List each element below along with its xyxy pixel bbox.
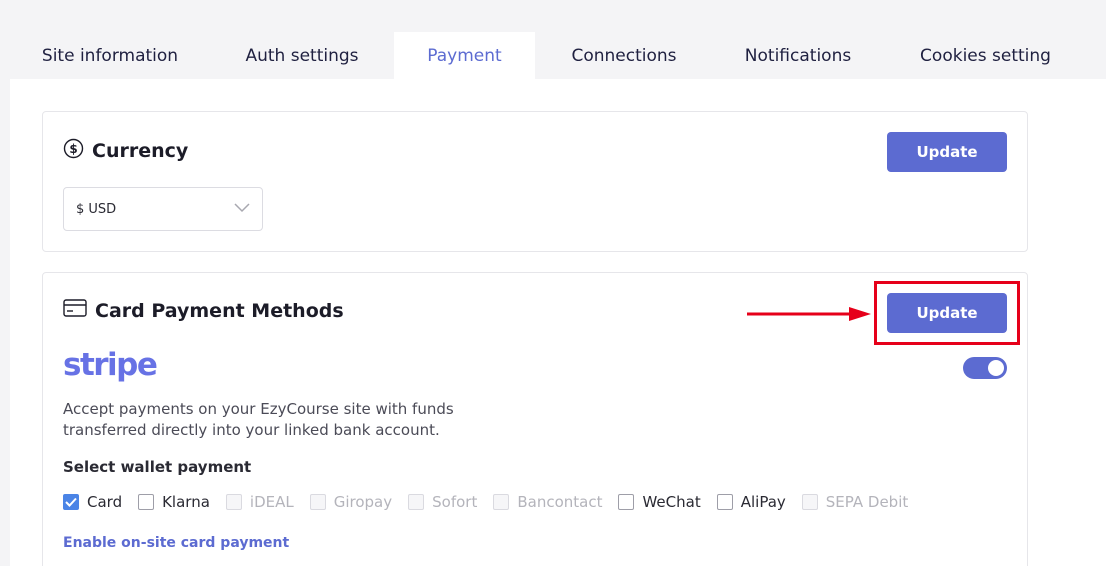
checkbox-disabled (309, 494, 326, 510)
currency-heading: $ Currency (63, 138, 188, 164)
checkbox-disabled (493, 494, 510, 510)
onsite-card-payment-label: Enable on-site card payment (63, 535, 290, 551)
checkbox-disabled (408, 494, 425, 510)
wallet-label: Card (87, 493, 123, 511)
tab-cookies-setting[interactable]: Cookies setting (883, 32, 1088, 79)
wallet-options: Card Klarna iDEAL Giropay Sofort Bancont… (63, 493, 924, 511)
card-payment-title: Card Payment Methods (95, 299, 344, 322)
wallet-bancontact: Bancontact (493, 493, 602, 511)
currency-select-value: $ USD (76, 201, 117, 217)
wallet-sofort: Sofort (408, 493, 477, 511)
stripe-description: Accept payments on your EzyCourse site w… (63, 400, 454, 439)
wallet-label: AliPay (740, 493, 786, 511)
dollar-circle-icon: $ (63, 138, 84, 164)
currency-card: $ Currency Update $ USD (42, 111, 1028, 252)
wallet-label: Bancontact (517, 493, 603, 511)
checkbox-disabled (801, 494, 818, 510)
checkbox[interactable] (716, 494, 733, 510)
toggle-knob (988, 360, 1004, 376)
settings-tabs: Site information Auth settings Payment C… (10, 32, 1088, 79)
wallet-card[interactable]: Card (63, 493, 122, 511)
tab-auth-settings[interactable]: Auth settings (210, 32, 394, 79)
stripe-toggle[interactable] (963, 357, 1007, 379)
currency-title: Currency (92, 140, 189, 162)
wallet-label: Klarna (162, 493, 210, 511)
stripe-logo: stripe (63, 347, 158, 383)
tab-payment[interactable]: Payment (394, 32, 535, 79)
checkbox[interactable] (618, 494, 635, 510)
svg-text:$: $ (69, 142, 77, 156)
wallet-sepa-debit: SEPA Debit (801, 493, 909, 511)
wallet-label: Sofort (432, 493, 478, 511)
wallet-label: iDEAL (249, 493, 294, 511)
annotation-arrow-icon (747, 307, 871, 321)
currency-update-button[interactable]: Update (887, 132, 1007, 172)
wallet-label: WeChat (642, 493, 701, 511)
wallet-label: Giropay (333, 493, 393, 511)
wallet-label: SEPA Debit (825, 493, 909, 511)
wallet-wechat[interactable]: WeChat (618, 493, 701, 511)
annotation-highlight-box (874, 281, 1020, 345)
checkbox-checked[interactable] (63, 494, 79, 510)
checkbox[interactable] (138, 494, 155, 510)
tab-connections[interactable]: Connections (535, 32, 713, 79)
tab-site-information[interactable]: Site information (10, 32, 210, 79)
wallet-alipay[interactable]: AliPay (716, 493, 786, 511)
wallet-klarna[interactable]: Klarna (138, 493, 210, 511)
credit-card-icon (63, 299, 87, 322)
card-payment-heading: Card Payment Methods (63, 299, 344, 322)
chevron-down-icon (234, 202, 250, 217)
tab-notifications[interactable]: Notifications (713, 32, 883, 79)
wallet-giropay: Giropay (309, 493, 393, 511)
currency-select[interactable]: $ USD (63, 187, 263, 231)
checkbox-disabled (225, 494, 242, 510)
wallet-payment-label: Select wallet payment (63, 458, 252, 476)
wallet-ideal: iDEAL (225, 493, 294, 511)
